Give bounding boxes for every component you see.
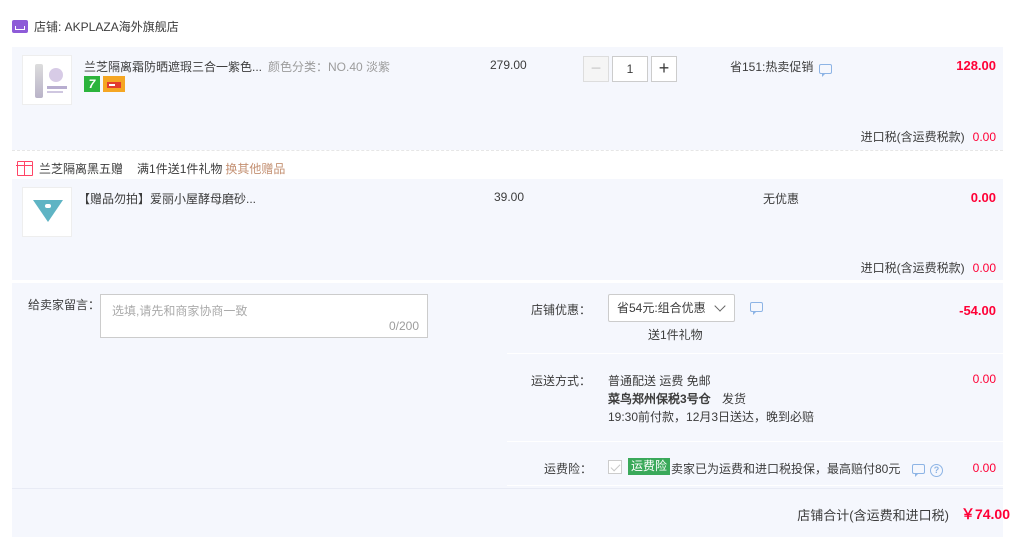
help-icon[interactable]: ? bbox=[930, 464, 944, 477]
warehouse-name: 菜鸟郑州保税3号仓 bbox=[608, 392, 711, 406]
divider bbox=[507, 485, 1003, 486]
divider bbox=[12, 150, 1003, 151]
seller-note-placeholder: 选填,请先和商家协商一致 bbox=[112, 304, 248, 318]
gift-count-text: 送1件礼物 bbox=[648, 328, 703, 342]
insurance-checkbox[interactable] bbox=[608, 460, 622, 474]
shop-total-row: 店铺合计(含运费和进口税) ￥74.00 bbox=[797, 504, 1010, 524]
chat-icon[interactable] bbox=[911, 464, 925, 477]
gift-icon bbox=[16, 161, 33, 176]
chat-icon[interactable] bbox=[819, 63, 833, 77]
divider bbox=[507, 353, 1003, 354]
chat-icon[interactable] bbox=[750, 302, 763, 315]
warehouse-info: 菜鸟郑州保税3号仓 发货 bbox=[608, 390, 746, 407]
insurance-amount: 0.00 bbox=[972, 461, 996, 475]
import-tax-value-2: 0.00 bbox=[972, 260, 996, 275]
import-tax-row-1: 进口税(含运费税款) 0.00 bbox=[861, 128, 996, 145]
divider bbox=[507, 441, 1003, 442]
import-tax-row-2: 进口税(含运费税款) 0.00 bbox=[861, 259, 996, 276]
product-sku-1: 颜色分类：NO.40 淡紫 bbox=[268, 60, 391, 74]
cart-item-1: 兰芝隔离霜防晒遮瑕三合一紫色... 颜色分类：NO.40 淡紫 7 279.00… bbox=[12, 47, 1003, 150]
shop-discount-label: 店铺优惠： bbox=[531, 303, 592, 317]
shop-header: 店铺: AKPLAZA海外旗舰店 bbox=[12, 14, 179, 38]
shipping-method-text: 普通配送 运费 免邮 bbox=[608, 374, 711, 388]
quantity-input[interactable]: 1 bbox=[612, 56, 648, 82]
import-tax-label-2: 进口税(含运费税款) bbox=[860, 261, 965, 275]
seller-note-label: 给卖家留言： bbox=[28, 298, 101, 312]
promo-text-1: 省151:热卖促销 bbox=[730, 60, 814, 74]
gift-promo-rule: 满1件送1件礼物 bbox=[137, 162, 223, 176]
decrease-quantity-button[interactable]: − bbox=[583, 56, 609, 82]
promo-text-2: 无优惠 bbox=[763, 192, 800, 206]
seller-note-textarea[interactable]: 选填,请先和商家协商一致 0/200 bbox=[100, 294, 428, 338]
cart-item-2: 【赠品勿拍】爱丽小屋酵母磨砂... 39.00 无优惠 0.00 进口税(含运费… bbox=[12, 179, 1003, 280]
increase-quantity-button[interactable]: + bbox=[651, 56, 677, 82]
quantity-stepper: − 1 + bbox=[583, 56, 677, 82]
gift-promo-header: 兰芝隔离黑五赠 满1件送1件礼物 换其他赠品 bbox=[16, 160, 285, 177]
product-thumbnail-1[interactable] bbox=[22, 55, 72, 105]
ship-text: 发货 bbox=[722, 392, 747, 406]
card-icon bbox=[103, 76, 125, 92]
seller-note-counter: 0/200 bbox=[388, 319, 419, 333]
product-title-2[interactable]: 【赠品勿拍】爱丽小屋酵母磨砂... bbox=[78, 190, 278, 207]
unit-price-2: 39.00 bbox=[494, 190, 525, 204]
product-title-1[interactable]: 兰芝隔离霜防晒遮瑕三合一紫色... bbox=[84, 58, 269, 75]
item-subtotal-2: 0.00 bbox=[970, 190, 996, 205]
shipping-amount: 0.00 bbox=[972, 372, 996, 386]
shop-discount-amount: -54.00 bbox=[959, 303, 996, 318]
insurance-badge: 运费险 bbox=[628, 458, 671, 475]
order-options-panel: 给卖家留言： 选填,请先和商家协商一致 0/200 店铺优惠： 省54元:组合优… bbox=[12, 283, 1003, 537]
shop-name-link[interactable]: 店铺: AKPLAZA海外旗舰店 bbox=[34, 18, 179, 35]
change-gift-link[interactable]: 换其他赠品 bbox=[225, 160, 285, 177]
gift-promo-title: 兰芝隔离黑五赠 bbox=[39, 162, 124, 176]
shipping-method-label: 运送方式： bbox=[531, 374, 592, 388]
import-tax-value-1: 0.00 bbox=[972, 129, 996, 144]
shop-discount-selected: 省54元:组合优惠 bbox=[617, 301, 706, 315]
product-thumbnail-2[interactable] bbox=[22, 187, 72, 237]
import-tax-label-1: 进口税(含运费税款) bbox=[860, 130, 965, 144]
insurance-desc-text: 卖家已为运费和进口税投保，最高赔付80元 bbox=[671, 462, 901, 476]
promo-info-1: 省151:热卖促销 bbox=[730, 58, 833, 77]
shop-total-value: ￥74.00 bbox=[960, 506, 1010, 522]
shop-total-label: 店铺合计(含运费和进口税) bbox=[797, 507, 949, 523]
item-subtotal-1: 128.00 bbox=[956, 58, 996, 73]
shop-icon bbox=[12, 19, 28, 33]
chevron-down-icon bbox=[714, 300, 726, 312]
product-badges: 7 bbox=[84, 76, 125, 92]
seven-day-return-icon: 7 bbox=[84, 76, 100, 92]
unit-price-1: 279.00 bbox=[490, 58, 527, 72]
divider bbox=[12, 488, 1003, 489]
insurance-description: 卖家已为运费和进口税投保，最高赔付80元 ? bbox=[671, 460, 944, 477]
delivery-eta: 19:30前付款，12月3日送达，晚到必赔 bbox=[608, 410, 815, 424]
shop-discount-select[interactable]: 省54元:组合优惠 bbox=[608, 294, 735, 322]
insurance-label: 运费险： bbox=[544, 462, 593, 476]
